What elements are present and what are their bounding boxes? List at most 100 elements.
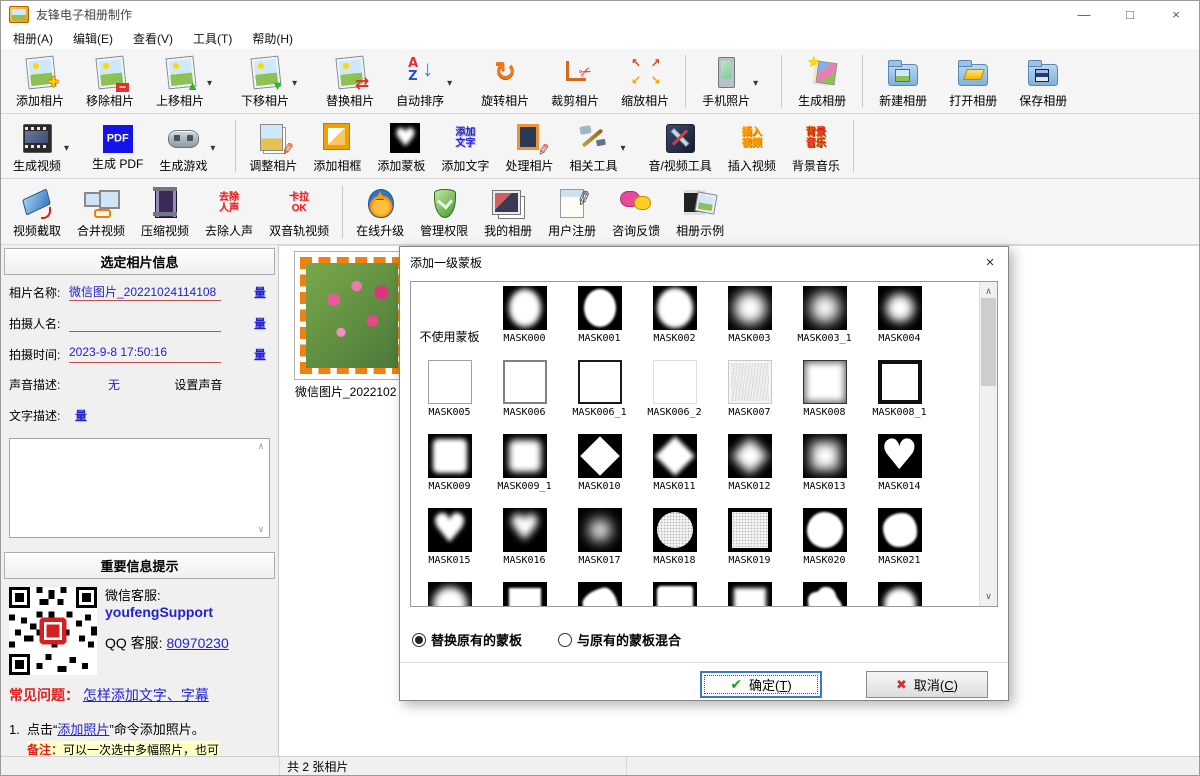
mask-scroll-up-icon[interactable]: ∧ [980, 286, 997, 297]
mask-item-MASK013[interactable]: MASK013 [787, 432, 862, 506]
toolbar-button-manage-permission[interactable]: 管理权限 [412, 183, 476, 240]
mask-item-MASK007[interactable]: MASK007 [712, 358, 787, 432]
mask-item-MASK008[interactable]: MASK008 [787, 358, 862, 432]
toolbar-button-crop-photo[interactable]: 裁剪相片 [540, 53, 610, 110]
mask-item-MASK010[interactable]: MASK010 [562, 432, 637, 506]
mask-item-MASK015[interactable]: MASK015 [412, 506, 487, 580]
mask-item-MASK000[interactable]: MASK000 [487, 284, 562, 358]
mask-scroll-thumb[interactable] [981, 298, 996, 386]
mask-item-MASK009[interactable]: MASK009 [412, 432, 487, 506]
mask-item-MASK016[interactable]: MASK016 [487, 506, 562, 580]
toolbar-button-add-text[interactable]: 添加文字添加文字 [433, 118, 497, 175]
set-sound-link[interactable]: 设置声音 [174, 378, 222, 392]
mask-item-MASK014[interactable]: MASK014 [862, 432, 937, 506]
toolbar-button-move-down-photo[interactable]: 下移相片 [230, 53, 315, 110]
mask-item-m-splat[interactable] [787, 580, 862, 607]
generate-video-dropdown-arrow[interactable] [64, 140, 76, 154]
mask-item-MASK006_2[interactable]: MASK006_2 [637, 358, 712, 432]
toolbar-button-dual-track-video[interactable]: 卡拉OK双音轨视频 [261, 183, 337, 240]
shoot-time-input[interactable]: 2023-9-8 17:50:16 [69, 345, 221, 363]
photo-name-input[interactable]: 微信图片_20221024114108 [69, 283, 221, 301]
toolbar-button-generate-album[interactable]: 生成相册 [787, 53, 857, 110]
toolbar-button-save-album[interactable]: 保存相册 [1008, 53, 1078, 110]
mask-item-no-mask[interactable]: 不使用蒙板 [412, 284, 487, 358]
toolbar-button-online-upgrade[interactable]: 在线升级 [348, 183, 412, 240]
mask-item-MASK004[interactable]: MASK004 [862, 284, 937, 358]
toolbar-button-my-albums[interactable]: 我的相册 [476, 183, 540, 240]
toolbar-button-feedback[interactable]: 咨询反馈 [604, 183, 668, 240]
descbox-scroll-up-icon[interactable]: ∧ [255, 441, 267, 452]
add-photos-link[interactable]: 添加照片 [57, 722, 109, 737]
mask-item-MASK021[interactable]: MASK021 [862, 506, 937, 580]
qq-service-link[interactable]: 80970230 [166, 635, 228, 651]
mask-item-MASK020[interactable]: MASK020 [787, 506, 862, 580]
mask-item-MASK005[interactable]: MASK005 [412, 358, 487, 432]
maximize-button[interactable]: □ [1107, 1, 1153, 27]
faq-link[interactable]: 怎样添加文字、字幕 [83, 687, 209, 703]
photo-thumbnail[interactable] [294, 251, 410, 380]
menu-edit[interactable]: 编辑(E) [63, 27, 123, 50]
toolbar-button-add-photo[interactable]: 添加相片 [5, 53, 75, 110]
menu-album[interactable]: 相册(A) [3, 27, 63, 50]
text-description-box[interactable]: ∧ ∨ [9, 438, 270, 538]
shoot-time-edit-link[interactable]: 量 [254, 346, 266, 363]
toolbar-button-add-frame[interactable]: 添加相框 [305, 118, 369, 175]
toolbar-button-merge-video[interactable]: 合并视频 [69, 183, 133, 240]
toolbar-button-replace-photo[interactable]: 替换相片 [315, 53, 385, 110]
toolbar-button-video-capture[interactable]: 视频截取 [5, 183, 69, 240]
toolbar-button-adjust-photo[interactable]: 调整相片 [241, 118, 305, 175]
toolbar-button-av-tools[interactable]: 音/视频工具 [640, 118, 719, 175]
mask-item-m-brush[interactable] [562, 580, 637, 607]
toolbar-button-add-mask[interactable]: 添加蒙板 [369, 118, 433, 175]
mask-item-m-ragged-sq[interactable] [487, 580, 562, 607]
toolbar-button-remove-photo[interactable]: 移除相片 [75, 53, 145, 110]
cancel-button[interactable]: 取消(C) [866, 671, 988, 698]
mask-item-MASK003[interactable]: MASK003 [712, 284, 787, 358]
phone-photo-dropdown-arrow[interactable] [753, 75, 765, 89]
mask-scroll-down-icon[interactable]: ∨ [980, 591, 997, 602]
photographer-edit-link[interactable]: 量 [254, 315, 266, 332]
mask-item-MASK006[interactable]: MASK006 [487, 358, 562, 432]
descbox-scroll-down-icon[interactable]: ∨ [255, 524, 267, 535]
mask-item-MASK018[interactable]: MASK018 [637, 506, 712, 580]
photo-name-edit-link[interactable]: 量 [254, 284, 266, 301]
photographer-input[interactable] [69, 314, 221, 332]
move-up-photo-dropdown-arrow[interactable] [207, 75, 219, 89]
auto-sort-dropdown-arrow[interactable] [447, 75, 459, 89]
toolbar-button-album-examples[interactable]: 相册示例 [668, 183, 732, 240]
toolbar-button-remove-vocal[interactable]: 去除人声去除人声 [197, 183, 261, 240]
toolbar-button-generate-game[interactable]: 生成游戏 [151, 118, 230, 175]
minimize-button[interactable]: — [1061, 1, 1107, 27]
mask-item-MASK017[interactable]: MASK017 [562, 506, 637, 580]
toolbar-button-open-album[interactable]: 打开相册 [938, 53, 1008, 110]
toolbar-button-rotate-photo[interactable]: 旋转相片 [470, 53, 540, 110]
toolbar-button-phone-photo[interactable]: 手机照片 [691, 53, 776, 110]
mask-item-MASK003_1[interactable]: MASK003_1 [787, 284, 862, 358]
mask-item-m-glow3[interactable] [862, 580, 937, 607]
toolbar-button-process-photo[interactable]: 处理相片 [497, 118, 561, 175]
toolbar-button-auto-sort[interactable]: 自动排序 [385, 53, 470, 110]
ok-button[interactable]: 确定(T) [700, 671, 822, 698]
radio-blend-mask[interactable]: 与原有的蒙板混合 [558, 630, 681, 649]
radio-replace-mask[interactable]: 替换原有的蒙板 [412, 630, 522, 649]
toolbar-button-move-up-photo[interactable]: 上移相片 [145, 53, 230, 110]
close-button[interactable]: × [1153, 1, 1199, 27]
mask-item-MASK001[interactable]: MASK001 [562, 284, 637, 358]
toolbar-button-related-tools[interactable]: 相关工具 [561, 118, 640, 175]
mask-item-MASK011[interactable]: MASK011 [637, 432, 712, 506]
mask-item-MASK006_1[interactable]: MASK006_1 [562, 358, 637, 432]
mask-item-MASK019[interactable]: MASK019 [712, 506, 787, 580]
dialog-close-button[interactable]: × [972, 247, 1008, 278]
toolbar-button-user-register[interactable]: 用户注册 [540, 183, 604, 240]
toolbar-button-zoom-photo[interactable]: 缩放相片 [610, 53, 680, 110]
menu-help[interactable]: 帮助(H) [242, 27, 303, 50]
mask-item-MASK009_1[interactable]: MASK009_1 [487, 432, 562, 506]
mask-item-MASK012[interactable]: MASK012 [712, 432, 787, 506]
toolbar-button-generate-video[interactable]: 生成视频 [5, 118, 84, 175]
menu-tools[interactable]: 工具(T) [183, 27, 242, 50]
toolbar-button-new-album[interactable]: 新建相册 [868, 53, 938, 110]
toolbar-button-generate-pdf[interactable]: PDF生成 PDF [84, 119, 151, 173]
generate-game-dropdown-arrow[interactable] [210, 140, 222, 154]
related-tools-dropdown-arrow[interactable] [620, 140, 632, 154]
toolbar-button-insert-video[interactable]: 插入视频插入视频 [720, 118, 784, 175]
